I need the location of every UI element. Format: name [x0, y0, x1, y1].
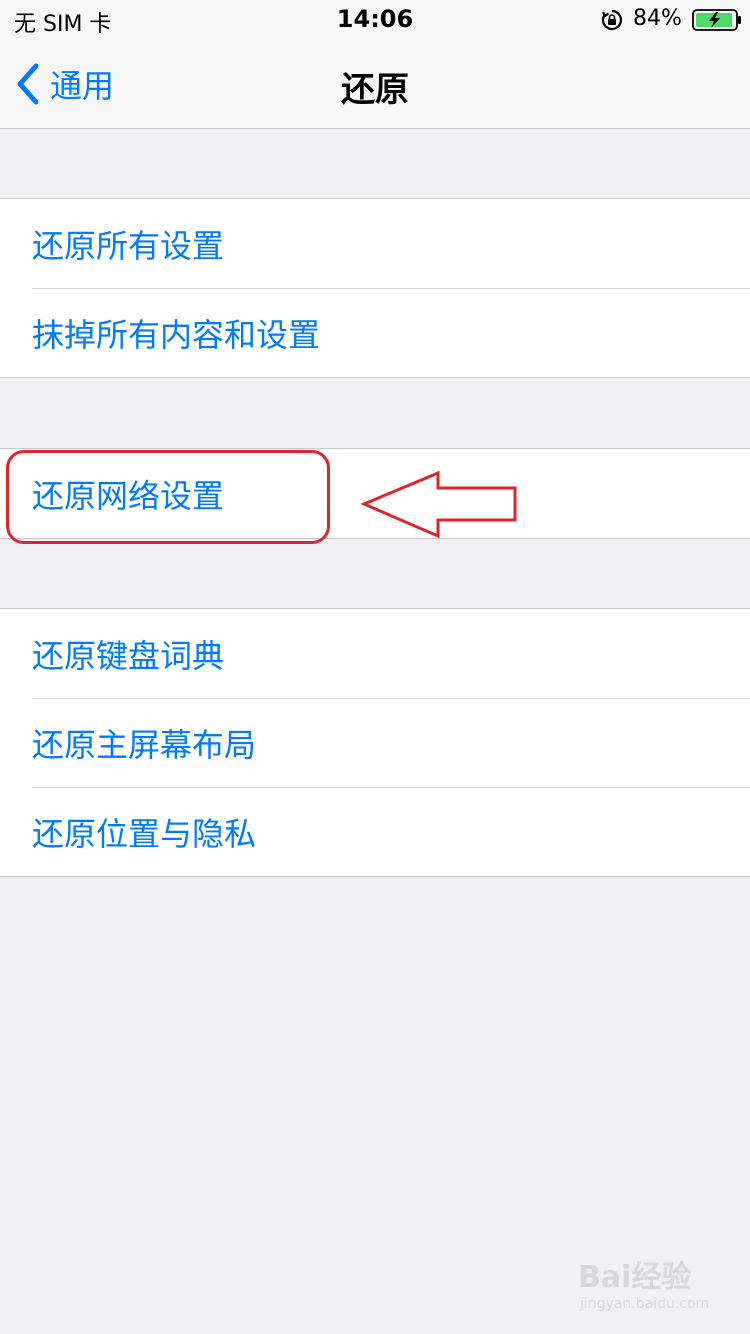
- highlight-annotation: [6, 450, 330, 544]
- reset-all-settings-item[interactable]: 还原所有设置: [0, 199, 750, 288]
- battery-charging-icon: [692, 9, 741, 31]
- watermark-sub: jingyan.baidu.com: [580, 1296, 710, 1312]
- arrow-left-annotation-icon: [360, 470, 517, 539]
- reset-group-3: 还原键盘词典 还原主屏幕布局 还原位置与隐私: [0, 608, 750, 877]
- list-item-label: 还原主屏幕布局: [32, 725, 257, 764]
- reset-group-1: 还原所有设置 抹掉所有内容和设置: [0, 198, 750, 378]
- list-item-label: 抹掉所有内容和设置: [32, 315, 321, 354]
- status-bar: 无 SIM 卡 14:06 84%: [0, 0, 750, 40]
- erase-all-content-item[interactable]: 抹掉所有内容和设置: [0, 288, 750, 377]
- baidu-watermark: Bai经验 jingyan.baidu.com: [578, 1252, 718, 1322]
- orientation-lock-icon: [601, 9, 623, 31]
- page-title: 还原: [341, 70, 409, 110]
- watermark-main: Bai经验: [578, 1260, 692, 1295]
- list-item-label: 还原位置与隐私: [32, 814, 257, 853]
- battery-percent: 84%: [633, 6, 682, 31]
- list-item-label: 还原键盘词典: [32, 636, 225, 675]
- navigation-bar: 通用 还原: [0, 40, 750, 129]
- reset-home-screen-layout-item[interactable]: 还原主屏幕布局: [0, 698, 750, 787]
- reset-keyboard-dictionary-item[interactable]: 还原键盘词典: [0, 609, 750, 698]
- list-item-label: 还原所有设置: [32, 226, 225, 265]
- reset-location-privacy-item[interactable]: 还原位置与隐私: [0, 787, 750, 876]
